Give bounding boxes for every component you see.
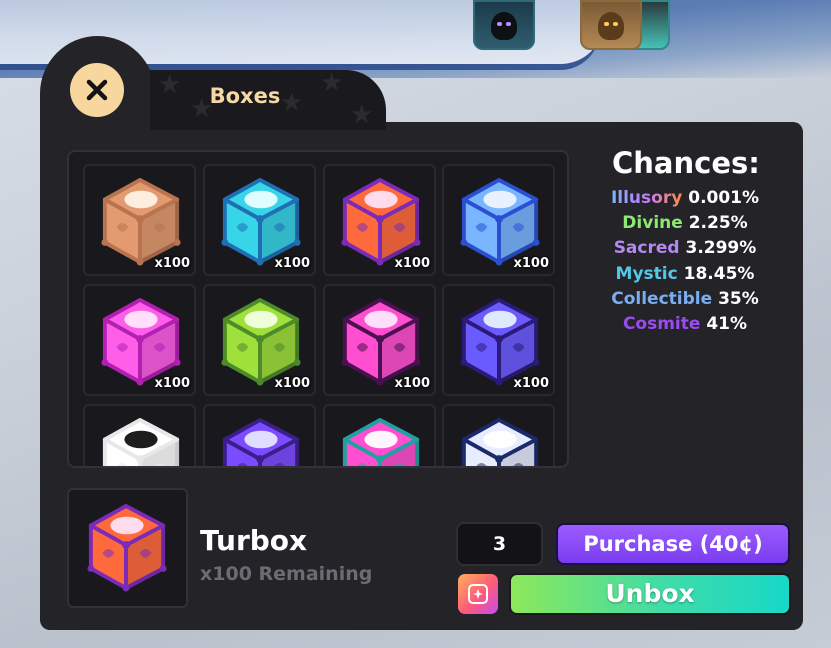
star-icon: ★ (350, 100, 374, 130)
box-count: x100 (394, 256, 430, 271)
unbox-button[interactable]: Unbox (509, 573, 791, 615)
box-slot-prismatic-box[interactable] (323, 404, 436, 466)
box-slot-signal-box[interactable]: x100 (83, 284, 196, 396)
rarity-chance: 3.299% (685, 238, 757, 258)
box-slot-galaxy-box[interactable]: x100 (442, 284, 555, 396)
sparkle-icon (468, 584, 488, 604)
eye-icon (613, 22, 618, 26)
turbox-icon (87, 504, 167, 592)
mystery-box-icon (101, 178, 181, 266)
dark-pink-box-icon (341, 298, 421, 386)
box-slot-turbox[interactable]: x100 (323, 164, 436, 276)
selected-box-remaining: x100 Remaining (200, 563, 373, 585)
green-box-icon (221, 298, 301, 386)
chance-row-mystic: Mystic 18.45% (574, 264, 796, 284)
rarity-chance: 2.25% (688, 213, 748, 233)
eye-box-icon (461, 418, 539, 466)
void-box-icon (222, 418, 300, 466)
box-slot-void-box[interactable] (203, 404, 316, 466)
rarity-name: Sacred (613, 238, 680, 258)
selected-box-name: Turbox (200, 524, 308, 557)
chances-title: Chances: (612, 146, 760, 180)
wave-box-icon (460, 178, 540, 266)
box-count: x100 (513, 376, 549, 391)
hood-icon (491, 12, 517, 40)
tab-label: Boxes (209, 84, 281, 108)
hood-icon (598, 12, 624, 40)
rarity-chance: 41% (706, 314, 748, 334)
test-box-icon (102, 418, 180, 466)
rarity-name: Divine (622, 213, 683, 233)
turbox-icon (341, 178, 421, 266)
box-slot-mystery-box[interactable]: x100 (83, 164, 196, 276)
box-count: x100 (513, 256, 549, 271)
lightning-box-icon (221, 178, 301, 266)
rarity-chance: 35% (718, 289, 759, 309)
close-button[interactable] (70, 63, 124, 117)
signal-box-icon (101, 298, 181, 386)
box-count: x100 (394, 376, 430, 391)
quantity-input[interactable] (456, 522, 543, 566)
box-count: x100 (154, 256, 190, 271)
player-avatar-2[interactable] (580, 0, 642, 50)
rarity-name: Collectible (611, 289, 713, 309)
box-slot-test-box[interactable] (83, 404, 196, 466)
rarity-name: Cosmite (622, 314, 701, 334)
box-count: x100 (274, 376, 310, 391)
galaxy-box-icon (460, 298, 540, 386)
player-avatar-1[interactable] (473, 0, 535, 50)
eye-icon (604, 22, 609, 26)
rarity-name: Mystic (615, 264, 678, 284)
chance-row-sacred: Sacred 3.299% (574, 238, 796, 258)
chance-row-cosmite: Cosmite 41% (574, 314, 796, 334)
eye-icon (497, 22, 502, 26)
tab-boxes[interactable]: ★ ★ ★ ★ ★ Boxes (150, 70, 386, 130)
prismatic-box-icon (342, 418, 420, 466)
box-slot-lightning-box[interactable]: x100 (203, 164, 316, 276)
box-slot-dark-pink-box[interactable]: x100 (323, 284, 436, 396)
box-count: x100 (154, 376, 190, 391)
rarity-chance: 0.001% (688, 188, 760, 208)
box-slot-eye-box[interactable] (442, 404, 555, 466)
box-count: x100 (274, 256, 310, 271)
box-slot-green-box[interactable]: x100 (203, 284, 316, 396)
chance-row-collectible: Collectible 35% (574, 289, 796, 309)
auto-unbox-button[interactable] (458, 574, 498, 614)
chance-row-divine: Divine 2.25% (574, 213, 796, 233)
rarity-chance: 18.45% (683, 264, 755, 284)
box-slot-wave-box[interactable]: x100 (442, 164, 555, 276)
chance-row-illusory: Illusory 0.001% (574, 188, 796, 208)
selected-box-preview (67, 488, 188, 608)
box-grid[interactable]: x100 x100 x100 x100 x100 x100 x100 x100 (67, 150, 569, 468)
close-icon (86, 79, 108, 101)
eye-icon (506, 22, 511, 26)
rarity-name: Illusory (610, 188, 683, 208)
purchase-button[interactable]: Purchase (40¢) (556, 523, 790, 565)
